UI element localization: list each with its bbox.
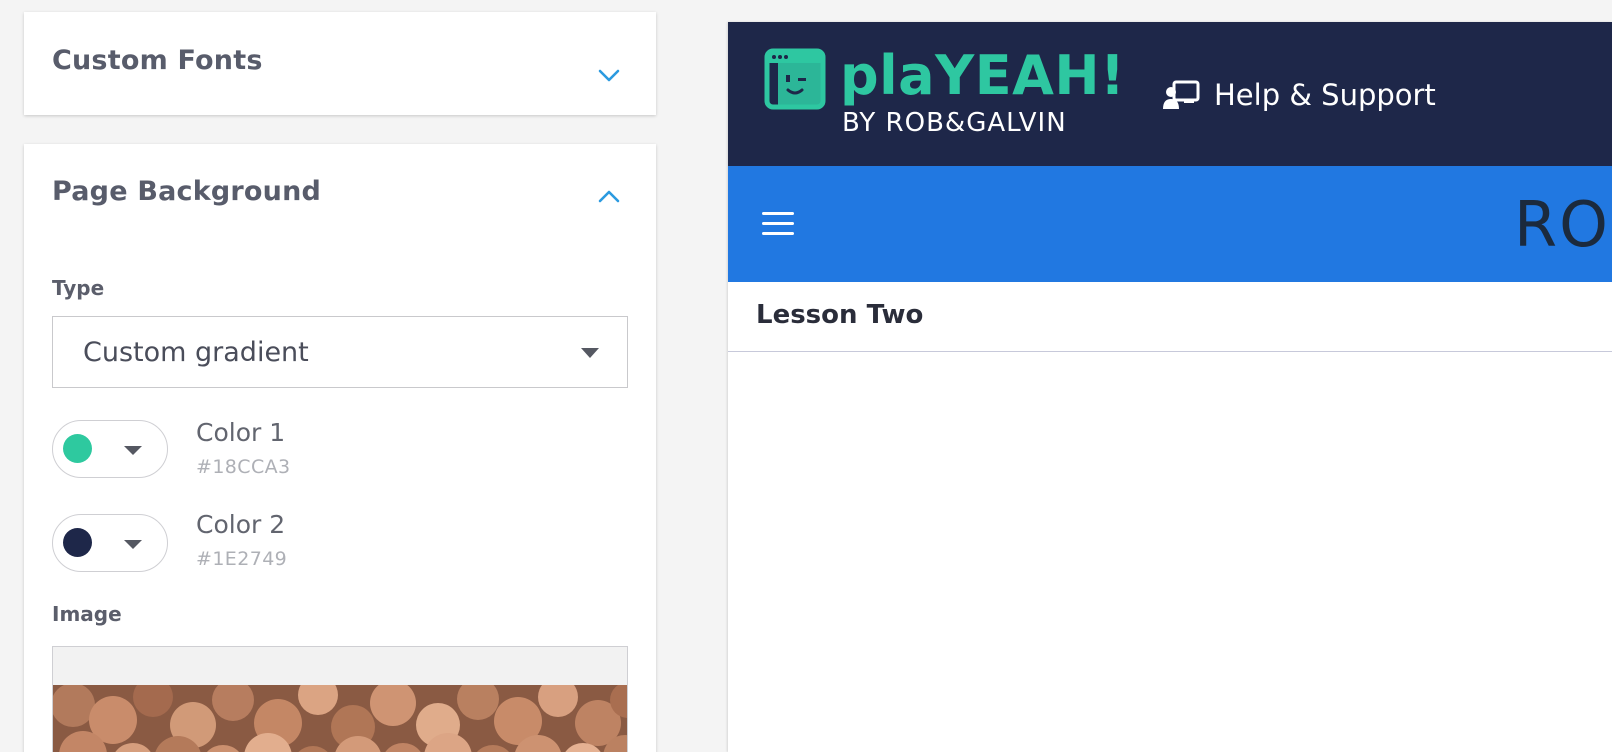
color-2-hex: #1E2749 — [196, 548, 288, 570]
color-1-picker[interactable] — [52, 420, 168, 478]
app-root: Custom Fonts Page Background Type Custom… — [0, 0, 1612, 752]
color-2-swatch — [63, 528, 92, 557]
background-type-select[interactable]: Custom gradient — [52, 316, 628, 388]
caret-down-icon — [581, 348, 599, 358]
hamburger-menu-icon[interactable] — [762, 212, 794, 236]
lesson-header: Lesson Two — [728, 282, 1612, 352]
brand-name: plaYEAH! — [840, 44, 1126, 107]
nav-title: RO — [1514, 188, 1610, 261]
preview-pane: plaYEAH! BY ROB&GALVIN Help & Support RO… — [728, 22, 1612, 752]
caret-down-icon — [124, 540, 142, 549]
background-image-upload[interactable] — [52, 646, 628, 752]
color-1-swatch — [63, 434, 92, 463]
type-label: Type — [52, 276, 105, 300]
top-header: plaYEAH! BY ROB&GALVIN Help & Support — [728, 22, 1612, 166]
image-label: Image — [52, 602, 122, 626]
color-1-label: Color 1 — [196, 418, 286, 447]
custom-fonts-title: Custom Fonts — [52, 45, 263, 76]
color-2-picker[interactable] — [52, 514, 168, 572]
lesson-navbar: RO — [728, 166, 1612, 282]
background-type-value: Custom gradient — [83, 337, 309, 368]
lesson-title: Lesson Two — [756, 300, 924, 330]
chevron-up-icon[interactable] — [596, 184, 622, 210]
color-2-label: Color 2 — [196, 510, 286, 539]
chevron-down-icon[interactable] — [596, 62, 622, 88]
background-image-preview — [53, 685, 627, 752]
presenter-icon — [1163, 80, 1200, 109]
page-background-title: Page Background — [52, 176, 322, 207]
help-support-link[interactable]: Help & Support — [1162, 78, 1436, 112]
help-support-label: Help & Support — [1214, 78, 1436, 112]
page-background-panel: Page Background Type Custom gradient Col… — [24, 144, 656, 752]
caret-down-icon — [124, 446, 142, 455]
brand-subtitle: BY ROB&GALVIN — [842, 108, 1067, 138]
custom-fonts-panel[interactable]: Custom Fonts — [24, 12, 656, 115]
brand-logo-icon — [764, 48, 826, 110]
color-1-hex: #18CCA3 — [196, 456, 291, 478]
